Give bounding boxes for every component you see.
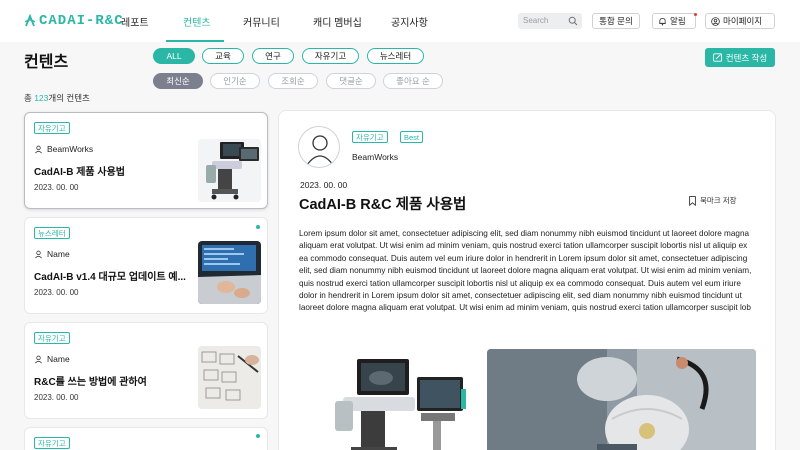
inquiry-button[interactable]: 통합 문의 <box>592 13 640 29</box>
nav-item-report[interactable]: 레포트 <box>121 14 149 29</box>
card-author-name: Name <box>47 354 70 364</box>
detail-tag-category: 자유기고 <box>352 131 388 143</box>
card-author-name: Name <box>47 249 70 259</box>
card-title: R&C를 쓰는 방법에 관하여 <box>34 377 147 388</box>
alert-button[interactable]: 알림 <box>652 13 696 29</box>
filter-all[interactable]: ALL <box>153 48 195 64</box>
sort-popular[interactable]: 인기순 <box>210 73 260 89</box>
doctor-mask-image <box>487 349 756 450</box>
logo[interactable]: CADAI-R&C <box>24 12 124 30</box>
detail-date: 2023. 00. 00 <box>300 180 348 190</box>
default-avatar-icon <box>306 135 334 166</box>
mypage-button[interactable]: 마이페이지 <box>705 13 775 29</box>
write-content-button[interactable]: 컨텐츠 작성 <box>705 48 775 67</box>
card-tag: 뉴스레터 <box>34 227 70 239</box>
sort-comments[interactable]: 댓글순 <box>326 73 376 89</box>
content-card[interactable]: 자유기고 Name R&C를 쓰는 방법에 관하여 2023. 00. 00 <box>24 322 268 419</box>
detail-author: BeamWorks <box>352 152 399 162</box>
logo-icon <box>24 14 36 27</box>
card-tag: 자유기고 <box>34 437 70 449</box>
active-nav-underline <box>166 40 224 42</box>
search-placeholder: Search <box>523 16 549 25</box>
sort-likes[interactable]: 좋아요 순 <box>383 73 443 89</box>
card-thumbnail-ultrasound <box>198 139 261 202</box>
user-circle-icon <box>711 16 720 26</box>
user-icon <box>35 250 42 258</box>
detail-title: CadAI-B R&C 제품 사용법 <box>299 197 467 213</box>
sort-latest[interactable]: 최신순 <box>153 73 203 89</box>
nav-item-membership[interactable]: 캐디 멤버십 <box>313 14 362 29</box>
card-author-name: BeamWorks <box>47 144 94 154</box>
ultrasound-device-image <box>321 351 481 450</box>
inquiry-label: 통합 문의 <box>599 16 633 26</box>
content-card[interactable]: 자유기고 <box>24 427 268 450</box>
bell-icon <box>659 17 666 25</box>
card-date: 2023. 00. 00 <box>34 288 79 297</box>
card-author: Name <box>34 354 70 364</box>
nav-item-notice[interactable]: 공지사항 <box>391 14 428 29</box>
alert-label: 알림 <box>670 16 686 26</box>
content-detail-panel: 자유기고 Best BeamWorks 2023. 00. 00 CadAI-B… <box>278 110 776 450</box>
card-author: BeamWorks <box>34 144 93 154</box>
nav-item-contents[interactable]: 컨텐츠 <box>183 14 211 29</box>
page-title: 컨텐츠 <box>24 54 69 71</box>
bookmark-icon <box>689 195 696 206</box>
card-tag: 자유기고 <box>34 332 70 344</box>
card-title: CadAI-B v1.4 대규모 업데이트 예... <box>34 272 186 283</box>
author-avatar[interactable] <box>298 126 340 168</box>
user-icon <box>35 145 42 153</box>
top-navigation: CADAI-R&C 레포트 컨텐츠 커뮤니티 캐디 멤버십 공지사항 Searc… <box>0 0 800 42</box>
write-content-label: 컨텐츠 작성 <box>725 52 768 63</box>
card-thumbnail-sketch <box>198 346 261 409</box>
content-count: 총 123개의 컨텐츠 <box>24 92 90 104</box>
detail-body: Lorem ipsum dolor sit amet, consectetuer… <box>299 229 752 313</box>
filter-free-contribution[interactable]: 자유기고 <box>302 48 359 64</box>
card-title: CadAI-B 제품 사용법 <box>34 167 125 178</box>
filter-research[interactable]: 연구 <box>252 48 294 64</box>
logo-text: CADAI-R&C <box>39 13 124 29</box>
card-date: 2023. 00. 00 <box>34 183 79 192</box>
card-tag: 자유기고 <box>34 122 70 134</box>
count-suffix: 개의 컨텐츠 <box>48 93 90 103</box>
nav-item-community[interactable]: 커뮤니티 <box>243 14 280 29</box>
unread-dot <box>256 434 260 438</box>
card-thumbnail-laptop <box>198 241 261 304</box>
content-card[interactable]: 자유기고 BeamWorks CadAI-B 제품 사용법 2023. 00. … <box>24 112 268 209</box>
detail-tag-best: Best <box>400 131 424 143</box>
filter-education[interactable]: 교육 <box>202 48 244 64</box>
search-input[interactable]: Search <box>518 13 582 29</box>
edit-icon <box>712 53 722 62</box>
card-author: Name <box>34 249 70 259</box>
user-icon <box>35 355 42 363</box>
bookmark-button[interactable]: 북마크 저장 <box>689 195 737 206</box>
count-prefix: 총 <box>24 93 35 103</box>
filter-newsletter[interactable]: 뉴스레터 <box>367 48 424 64</box>
content-card[interactable]: 뉴스레터 Name CadAI-B v1.4 대규모 업데이트 예... 202… <box>24 217 268 314</box>
mypage-label: 마이페이지 <box>723 16 763 26</box>
card-date: 2023. 00. 00 <box>34 393 79 402</box>
unread-dot <box>256 225 260 229</box>
search-icon <box>568 16 578 26</box>
alert-badge-dot <box>694 13 697 16</box>
bookmark-label: 북마크 저장 <box>700 196 737 205</box>
count-number: 123 <box>34 93 49 103</box>
sort-views[interactable]: 조회순 <box>268 73 318 89</box>
